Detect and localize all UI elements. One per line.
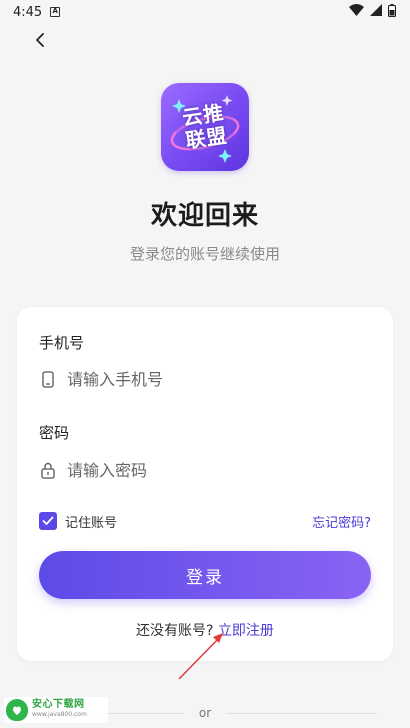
phone-label: 手机号	[39, 334, 85, 352]
phone-input[interactable]	[67, 369, 357, 389]
back-button[interactable]	[28, 28, 52, 52]
forgot-password-link[interactable]: 忘记密码?	[312, 512, 371, 531]
back-arrow-icon	[36, 33, 44, 47]
logo-text: 云推 联盟	[161, 83, 249, 171]
app-logo: 云推 联盟	[161, 83, 249, 171]
battery-icon	[388, 3, 396, 21]
page-title: 欢迎回来	[150, 201, 259, 231]
logo-line-2: 联盟	[184, 123, 229, 153]
watermark: 安心下载网 www.java800.com	[4, 697, 108, 723]
watermark-shield-icon	[6, 699, 28, 721]
remember-account-toggle[interactable]: 记住账号	[39, 512, 117, 531]
status-right	[349, 3, 396, 21]
watermark-text: 安心下载网 www.java800.com	[32, 700, 87, 720]
login-card: 手机号 密码 记住账号 忘记密码? 登录 还没有账号? 立即注册	[17, 307, 393, 661]
check-icon	[42, 516, 54, 525]
phone-field[interactable]	[39, 364, 371, 394]
login-button[interactable]: 登录	[39, 551, 371, 599]
phone-icon	[39, 369, 57, 389]
lock-icon	[39, 460, 57, 480]
status-time: 4:45	[13, 4, 43, 20]
password-label: 密码	[39, 424, 70, 442]
wifi-icon	[349, 4, 364, 20]
status-left: 4:45 A	[13, 4, 61, 20]
or-text: or	[198, 706, 212, 720]
watermark-main: 安心下载网	[32, 699, 85, 710]
divider-line-right	[227, 712, 378, 714]
password-field[interactable]	[39, 455, 371, 485]
annotation-arrow-icon	[178, 633, 223, 680]
password-input[interactable]	[67, 460, 357, 480]
remember-label: 记住账号	[65, 515, 118, 531]
page-subtitle: 登录您的账号继续使用	[129, 245, 280, 263]
sim-card-icon: A	[50, 7, 61, 17]
signal-icon	[370, 4, 382, 20]
watermark-url: www.java800.com	[32, 711, 87, 718]
status-bar: 4:45 A	[0, 0, 410, 24]
remember-row: 记住账号 忘记密码?	[39, 510, 371, 532]
remember-checkbox[interactable]	[39, 512, 57, 530]
